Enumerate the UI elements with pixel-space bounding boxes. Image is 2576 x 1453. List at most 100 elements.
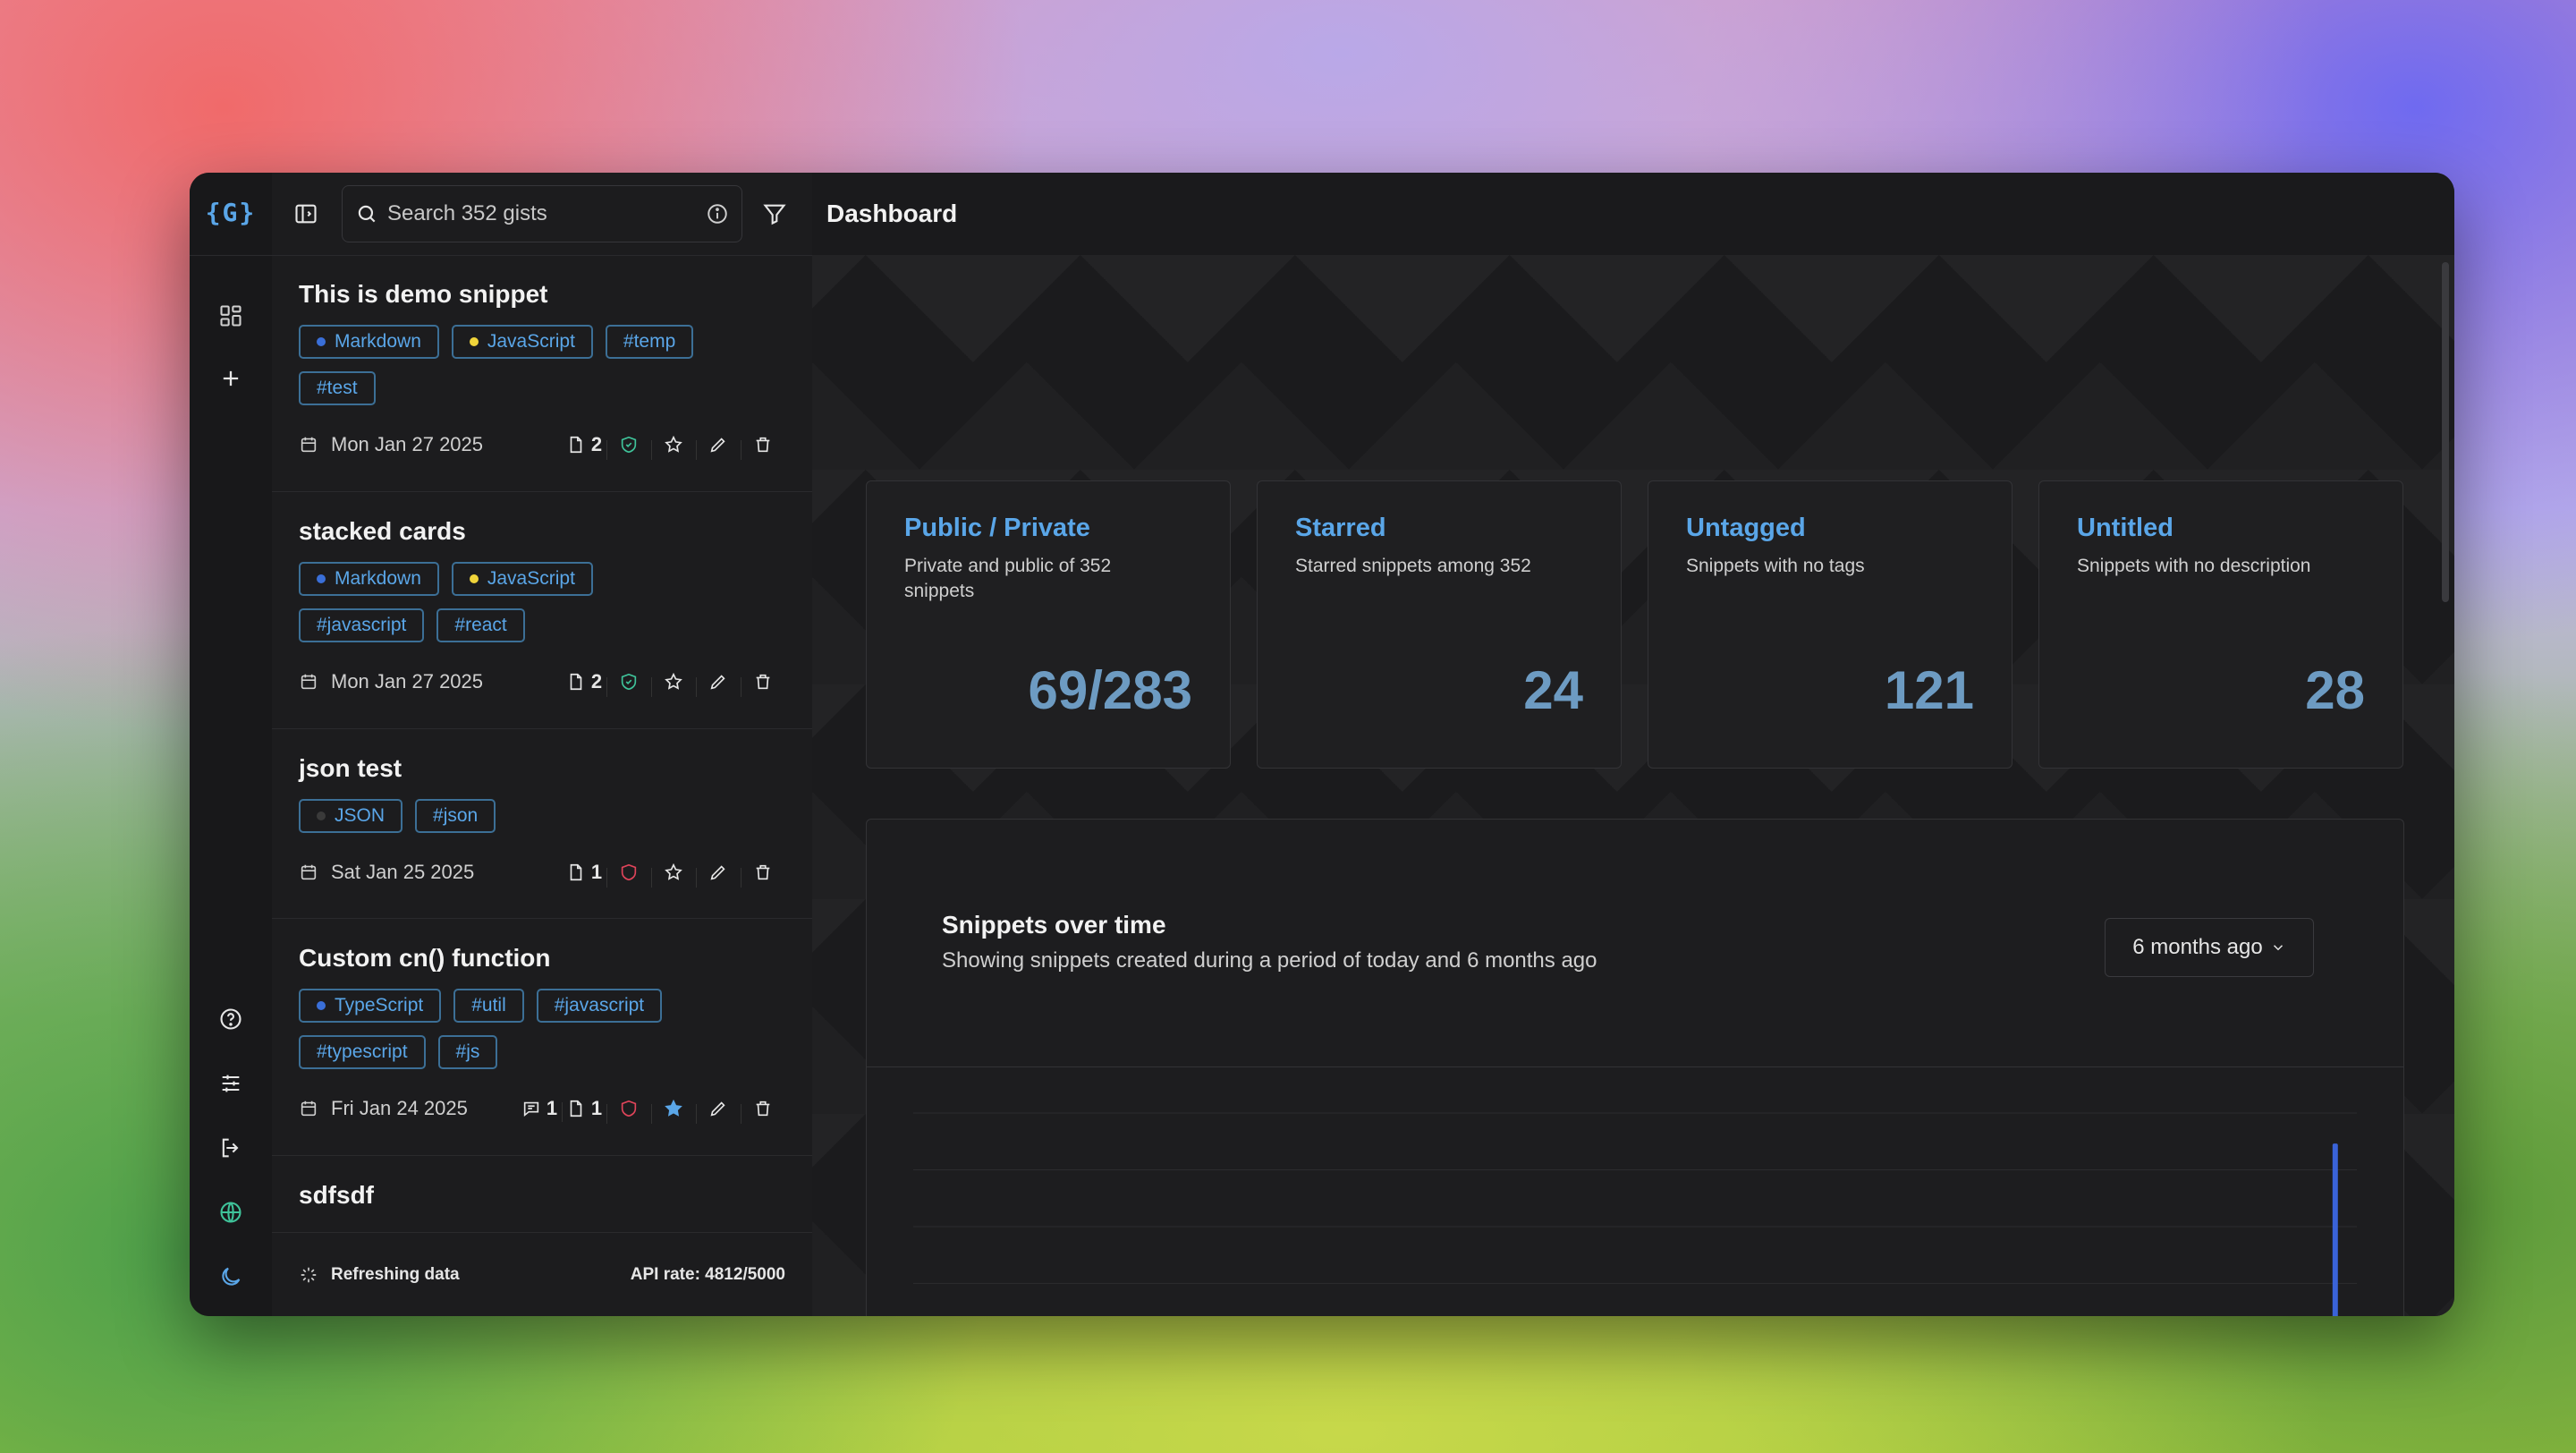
filter-icon[interactable] <box>755 194 794 234</box>
tag-language[interactable]: JSON <box>299 799 403 833</box>
tag-hashtag[interactable]: #javascript <box>536 989 663 1023</box>
tag-hashtag[interactable]: #test <box>299 371 376 405</box>
stat-value: 69/283 <box>1028 660 1192 720</box>
date-text: Mon Jan 27 2025 <box>331 670 484 693</box>
file-count: 2 <box>562 670 606 693</box>
snippet-actions: 2 <box>562 433 785 460</box>
snippet-title: stacked cards <box>299 517 466 545</box>
tag-language[interactable]: Markdown <box>299 562 439 596</box>
trash-icon[interactable] <box>741 672 785 697</box>
tag-language[interactable]: Markdown <box>299 325 439 359</box>
list-item[interactable]: json test JSON #json Sat Jan 25 2025 1 <box>272 729 812 919</box>
star-filled-icon[interactable] <box>651 1099 696 1124</box>
tag-label: JavaScript <box>487 568 575 589</box>
moon-icon[interactable] <box>209 1255 252 1298</box>
search-box[interactable] <box>342 185 742 242</box>
tag-language[interactable]: JavaScript <box>451 325 593 359</box>
app-logo[interactable]: {G} <box>202 198 259 234</box>
calendar-icon <box>301 864 317 880</box>
search-input[interactable] <box>378 201 706 226</box>
calendar-icon <box>301 1100 317 1117</box>
snippet-actions: 1 1 <box>517 1097 785 1124</box>
language-dot <box>317 337 326 346</box>
tag-list: TypeScript #util #javascript #typescript… <box>299 989 728 1069</box>
edit-icon[interactable] <box>696 1099 741 1124</box>
range-select[interactable]: 6 months ago <box>2105 918 2314 977</box>
info-icon[interactable] <box>706 202 729 225</box>
stat-card-untagged[interactable]: Untagged Snippets with no tags 121 <box>1648 480 2012 769</box>
stat-card-untitled[interactable]: Untitled Snippets with no description 28 <box>2038 480 2403 769</box>
date-text: Sat Jan 25 2025 <box>331 861 475 883</box>
snippet-title: sdfsdf <box>299 1181 374 1209</box>
stat-card-starred[interactable]: Starred Starred snippets among 352 24 <box>1257 480 1622 769</box>
snippet-date: Mon Jan 27 2025 <box>299 670 558 693</box>
chart-area <box>867 1066 2403 1316</box>
main-header: Dashboard <box>812 173 2454 256</box>
stat-title: Public / Private <box>904 514 1090 542</box>
file-icon <box>570 673 582 691</box>
edit-icon[interactable] <box>696 435 741 460</box>
public-shield-icon[interactable] <box>606 672 651 697</box>
language-dot <box>317 1001 326 1010</box>
list-topbar <box>272 173 812 256</box>
star-icon[interactable] <box>651 435 696 460</box>
trash-icon[interactable] <box>741 862 785 888</box>
tag-language[interactable]: JavaScript <box>451 562 593 596</box>
edit-icon[interactable] <box>696 672 741 697</box>
tag-label: JSON <box>335 805 386 826</box>
globe-icon[interactable] <box>209 1191 252 1234</box>
calendar-icon <box>301 437 317 453</box>
tag-label: JavaScript <box>487 331 575 352</box>
list-item[interactable]: Custom cn() function TypeScript #util #j… <box>272 919 812 1156</box>
range-select-value: 6 months ago <box>2132 935 2263 959</box>
edit-icon[interactable] <box>696 862 741 888</box>
list-item[interactable]: sdfsdf <box>272 1156 812 1225</box>
stat-card-public-private[interactable]: Public / Private Private and public of 3… <box>866 480 1231 769</box>
tag-hashtag[interactable]: #json <box>415 799 496 833</box>
tag-hashtag[interactable]: #temp <box>605 325 694 359</box>
language-dot <box>317 574 326 583</box>
private-shield-icon[interactable] <box>606 862 651 888</box>
tag-hashtag[interactable]: #js <box>437 1035 498 1069</box>
tag-hashtag[interactable]: #react <box>436 608 525 642</box>
sidebar-toggle-icon[interactable] <box>286 194 326 234</box>
star-icon[interactable] <box>651 862 696 888</box>
tag-hashtag[interactable]: #typescript <box>299 1035 426 1069</box>
help-icon[interactable] <box>209 998 252 1041</box>
list-item[interactable]: stacked cards Markdown JavaScript #javas… <box>272 492 812 729</box>
stat-subtitle: Snippets with no description <box>2077 556 2311 576</box>
file-count: 1 <box>562 861 606 884</box>
sliders-icon[interactable] <box>209 1062 252 1105</box>
public-shield-icon[interactable] <box>606 435 651 460</box>
stat-subtitle: Private and public of 352 snippets <box>904 556 1112 601</box>
tag-language[interactable]: TypeScript <box>299 989 442 1023</box>
tag-list: Markdown JavaScript #temp #test <box>299 325 764 405</box>
calendar-icon <box>301 674 317 690</box>
tag-hashtag[interactable]: #util <box>453 989 524 1023</box>
chevron-down-icon <box>2273 945 2283 951</box>
private-shield-icon[interactable] <box>606 1099 651 1124</box>
stat-title: Untitled <box>2077 514 2174 542</box>
stat-value: 121 <box>1884 660 1974 720</box>
snippet-actions: 1 <box>562 861 785 888</box>
loader-icon <box>301 1267 317 1282</box>
language-dot <box>317 811 326 820</box>
tag-label: Markdown <box>335 331 421 352</box>
language-dot <box>469 574 479 583</box>
logout-icon[interactable] <box>209 1126 252 1169</box>
tag-label: TypeScript <box>335 995 424 1015</box>
snippet-list-pane: This is demo snippet Markdown JavaScript… <box>272 173 813 1316</box>
snippet-title: Custom cn() function <box>299 944 551 972</box>
stat-title: Untagged <box>1686 514 1806 542</box>
list-item[interactable]: This is demo snippet Markdown JavaScript… <box>272 255 812 492</box>
star-icon[interactable] <box>651 672 696 697</box>
chart-subtitle: Showing snippets created during a period… <box>942 948 1597 973</box>
scrollbar[interactable] <box>2442 262 2449 602</box>
trash-icon[interactable] <box>741 1099 785 1124</box>
trash-icon[interactable] <box>741 435 785 460</box>
snippet-title: This is demo snippet <box>299 280 548 308</box>
snippets-chart-panel: Snippets over time Showing snippets crea… <box>866 819 2404 1316</box>
dashboard-icon[interactable] <box>209 294 252 337</box>
plus-icon[interactable] <box>209 357 252 400</box>
tag-hashtag[interactable]: #javascript <box>299 608 425 642</box>
